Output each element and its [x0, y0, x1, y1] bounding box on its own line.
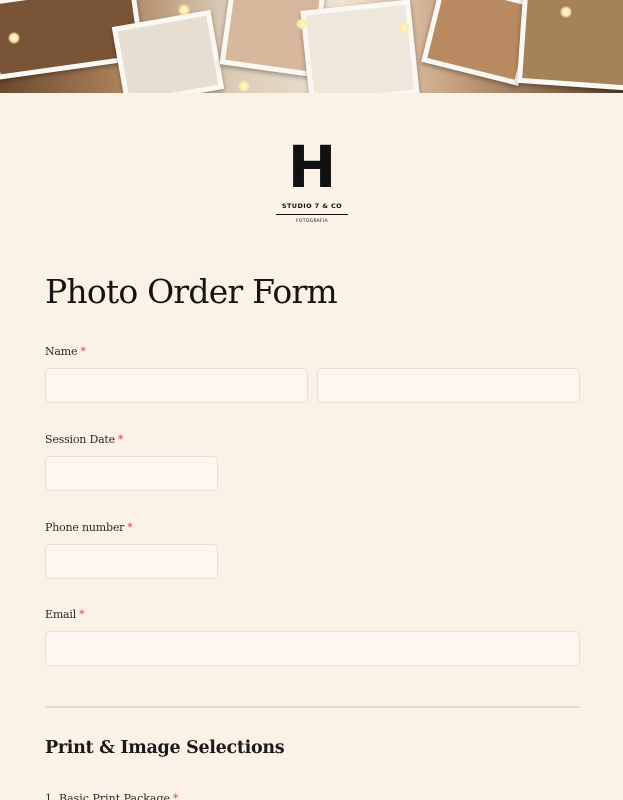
- email-input[interactable]: [45, 631, 580, 666]
- studio-logo: H STUDIO 7 & CO FOTOGRAFIA: [270, 138, 354, 224]
- required-marker: *: [173, 792, 179, 800]
- light-bulb-icon: [296, 18, 308, 30]
- light-bulb-icon: [238, 80, 250, 92]
- required-marker: *: [127, 521, 133, 534]
- light-bulb-icon: [398, 22, 410, 34]
- section-divider: [45, 706, 580, 708]
- form-title: Photo Order Form: [45, 272, 338, 311]
- name-label-text: Name: [45, 345, 78, 358]
- logo-divider: [276, 214, 348, 215]
- logo-subtitle: FOTOGRAFIA: [296, 219, 328, 224]
- light-bulb-icon: [178, 4, 190, 16]
- header-banner-image: [0, 0, 623, 93]
- logo-name: STUDIO 7 & CO: [281, 202, 343, 210]
- section-title: Print & Image Selections: [45, 738, 285, 758]
- light-bulb-icon: [8, 32, 20, 44]
- last-name-input[interactable]: [317, 368, 580, 403]
- phone-number-input[interactable]: [45, 544, 218, 579]
- required-marker: *: [79, 608, 85, 621]
- session-date-input[interactable]: [45, 456, 218, 491]
- session-date-label: Session Date *: [45, 433, 123, 446]
- logo-letter: H: [287, 133, 337, 201]
- session-date-label-text: Session Date: [45, 433, 115, 446]
- required-marker: *: [80, 345, 86, 358]
- light-bulb-icon: [560, 6, 572, 18]
- phone-label-text: Phone number: [45, 521, 125, 534]
- banner-photo: [300, 0, 420, 93]
- basic-print-package-label: 1. Basic Print Package *: [45, 792, 179, 800]
- required-marker: *: [117, 433, 124, 446]
- basic-print-package-text: 1. Basic Print Package: [45, 792, 171, 800]
- name-label: Name *: [45, 345, 86, 358]
- phone-label: Phone number *: [45, 521, 133, 534]
- email-label: Email *: [45, 608, 85, 621]
- email-label-text: Email: [45, 608, 77, 621]
- first-name-input[interactable]: [45, 368, 308, 403]
